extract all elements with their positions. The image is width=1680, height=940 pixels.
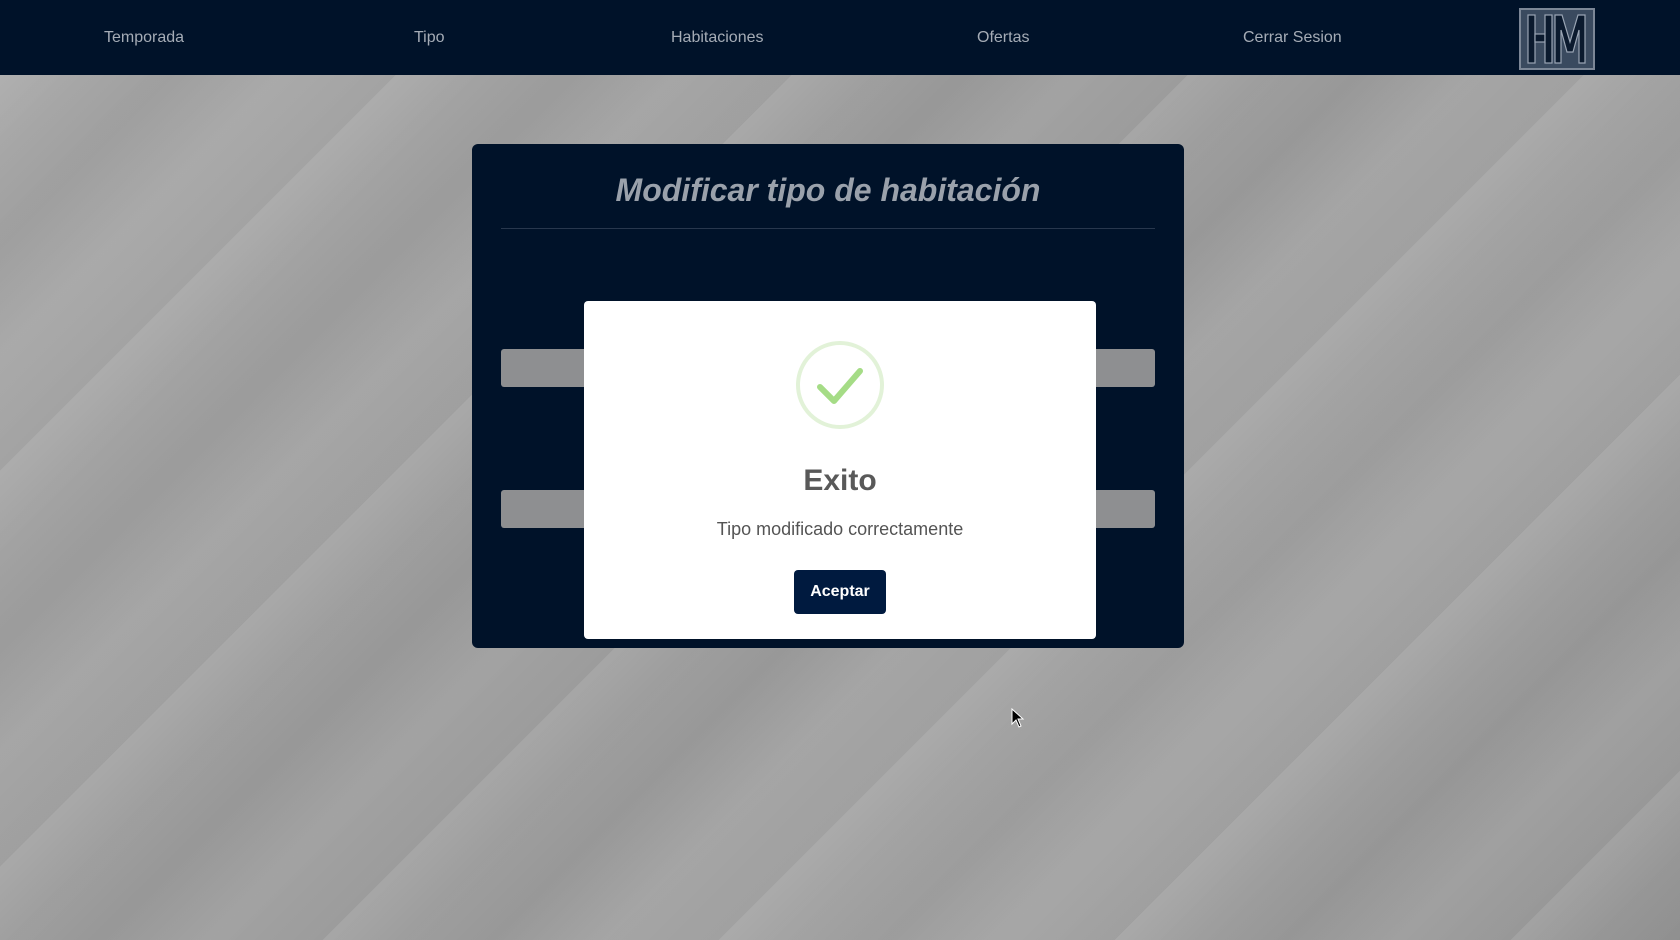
brand-logo[interactable] <box>1519 8 1595 70</box>
nav-link-habitaciones[interactable]: Habitaciones <box>671 27 764 49</box>
success-check-icon <box>796 341 884 429</box>
dialog-title: Exito <box>803 464 877 497</box>
nav-link-ofertas[interactable]: Ofertas <box>977 27 1029 49</box>
success-dialog: Exito Tipo modificado correctamente Acep… <box>584 301 1096 639</box>
top-navbar: Temporada Tipo Habitaciones Ofertas Cerr… <box>0 0 1680 75</box>
nav-link-tipo[interactable]: Tipo <box>414 27 445 49</box>
mouse-cursor-icon <box>1011 708 1025 728</box>
nav-link-temporada[interactable]: Temporada <box>104 27 184 49</box>
accept-button[interactable]: Aceptar <box>794 570 886 614</box>
nav-link-cerrar-sesion[interactable]: Cerrar Sesion <box>1243 27 1342 49</box>
hm-logo-icon <box>1527 14 1586 64</box>
dialog-message: Tipo modificado correctamente <box>716 519 964 539</box>
